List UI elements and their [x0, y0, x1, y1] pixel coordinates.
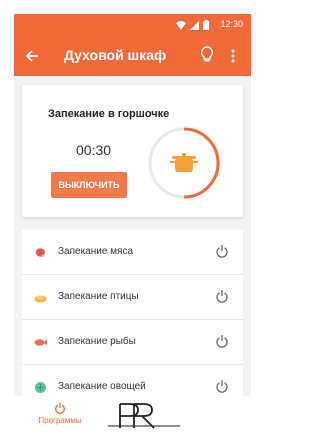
program-label: Запекание птицы — [58, 291, 139, 302]
program-item-poultry[interactable]: Запекание птицы — [22, 275, 243, 320]
power-icon[interactable] — [215, 379, 229, 393]
tab-programs[interactable]: Программы — [30, 402, 90, 436]
progress-ring — [148, 127, 220, 199]
program-timer: 00:30 — [76, 142, 112, 158]
program-label: Запекание овощей — [58, 381, 146, 392]
turn-off-button[interactable]: ВЫКЛЮЧИТЬ — [51, 172, 127, 198]
pot-icon — [170, 153, 198, 172]
back-arrow-icon[interactable] — [22, 46, 42, 66]
program-label: Запекание рыбы — [58, 336, 136, 347]
power-icon[interactable] — [215, 334, 229, 348]
program-item-fish[interactable]: Запекание рыбы — [22, 320, 243, 365]
meat-icon — [35, 248, 45, 258]
app-title: Духовой шкаф — [64, 47, 167, 63]
power-icon[interactable] — [215, 244, 229, 258]
battery-icon — [203, 20, 209, 30]
active-program-title: Запекание в горшочке — [48, 108, 170, 120]
lightbulb-icon[interactable] — [200, 46, 218, 66]
program-list: Запекание мяса Запекание птицы Запекание… — [22, 230, 243, 410]
signal-icon — [190, 20, 199, 30]
program-item-meat[interactable]: Запекание мяса — [22, 230, 243, 275]
poultry-icon — [34, 295, 47, 303]
program-label: Запекание мяса — [58, 246, 134, 257]
wifi-icon — [176, 20, 186, 30]
active-program-card: Запекание в горшочке 00:30 ВЫКЛЮЧИТЬ — [22, 85, 243, 217]
power-icon — [55, 402, 65, 414]
app-bar: Духовой шкаф — [14, 36, 251, 76]
power-icon[interactable] — [215, 289, 229, 303]
status-icons — [176, 20, 209, 30]
app-screen: 12:30 Духовой шкаф Запекание в горшочке … — [14, 14, 251, 440]
status-time: 12:30 — [220, 19, 243, 29]
status-bar: 12:30 — [14, 14, 251, 36]
more-vert-icon[interactable] — [226, 46, 240, 66]
tab-programs-label: Программы — [38, 416, 82, 425]
fish-icon — [34, 339, 47, 346]
vegetables-icon — [35, 382, 46, 393]
watermark-logo — [108, 403, 180, 429]
